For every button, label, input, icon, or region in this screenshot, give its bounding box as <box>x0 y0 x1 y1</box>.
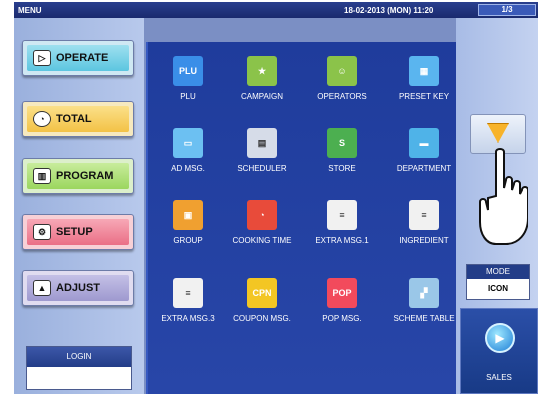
grid-item[interactable]: PLU PLU <box>148 56 228 102</box>
title-bar: MENU 18-02-2013 (MON) 11:20 1/3 <box>14 2 538 18</box>
setup-button[interactable]: ⚙ SETUP <box>22 214 134 250</box>
login-field[interactable] <box>27 367 131 389</box>
coupon-icon: CPN <box>247 278 277 308</box>
folder-icon: ▬ <box>409 128 439 158</box>
program-label: PROGRAM <box>56 170 114 182</box>
setup-label: SETUP <box>56 226 93 238</box>
arrow-right-icon: ▶ <box>485 323 515 353</box>
plu-icon: PLU <box>173 56 203 86</box>
grid-item-label: DEPARTMENT <box>396 164 452 173</box>
clock-icon: ◔ <box>33 111 51 127</box>
grid-item[interactable]: ▞ SCHEME TABLE <box>384 278 464 324</box>
grid-item-label: PRESET KEY <box>398 92 450 101</box>
datetime: 18-02-2013 (MON) 11:20 <box>344 6 434 15</box>
grid-item[interactable]: S STORE <box>302 128 382 174</box>
adjust-button[interactable]: ▲ ADJUST <box>22 270 134 306</box>
sales-button[interactable]: ▶ SALES <box>460 308 538 394</box>
monitor-icon: ▭ <box>173 128 203 158</box>
scheme-icon: ▞ <box>409 278 439 308</box>
adjust-label: ADJUST <box>56 282 101 294</box>
grid-item[interactable]: ≡ INGREDIENT <box>384 200 464 246</box>
screen-title: MENU <box>18 6 42 15</box>
mode-label: MODE <box>467 265 529 279</box>
clock-icon: ◔ <box>247 200 277 230</box>
grid-item-label: COOKING TIME <box>232 236 292 245</box>
grid-item[interactable]: CPN COUPON MSG. <box>222 278 302 324</box>
mode-box[interactable]: MODE ICON <box>466 264 530 300</box>
grid-item-label: AD MSG. <box>171 164 205 173</box>
left-menu: ▷ OPERATE ◔ TOTAL ▥ PROGRAM ⚙ SETUP ▲ AD… <box>14 18 144 394</box>
group-icon: ▣ <box>173 200 203 230</box>
scale-screen: MENU 18-02-2013 (MON) 11:20 1/3 ▷ OPERAT… <box>14 2 538 394</box>
person-icon: ☺ <box>327 56 357 86</box>
grid-item[interactable]: ▣ GROUP <box>148 200 228 246</box>
calendar-icon: ▤ <box>247 128 277 158</box>
grid-item[interactable]: ▬ DEPARTMENT <box>384 128 464 174</box>
grid-item-label: POP MSG. <box>322 314 362 323</box>
operate-button[interactable]: ▷ OPERATE <box>22 40 134 76</box>
grid-item-label: INGREDIENT <box>399 236 449 245</box>
grid-item[interactable]: ≡ EXTRA MSG.1 <box>302 200 382 246</box>
grid-item[interactable]: ★ CAMPAIGN <box>222 56 302 102</box>
document-icon: ≡ <box>409 200 439 230</box>
play-icon: ▷ <box>33 50 51 66</box>
document-icon: ≡ <box>327 200 357 230</box>
setup-icon: ⚙ <box>33 224 51 240</box>
pop-icon: POP <box>327 278 357 308</box>
grid-item-label: SCHEME TABLE <box>393 314 455 323</box>
operate-label: OPERATE <box>56 52 109 64</box>
program-button[interactable]: ▥ PROGRAM <box>22 158 134 194</box>
grid-item[interactable]: ▦ PRESET KEY <box>384 56 464 102</box>
grid-item-label: STORE <box>328 164 356 173</box>
grid-item-label: GROUP <box>173 236 203 245</box>
grid-item[interactable]: ▤ SCHEDULER <box>222 128 302 174</box>
pointing-hand-icon <box>479 148 528 245</box>
grid-item[interactable]: ≡ EXTRA MSG.3 <box>148 278 228 324</box>
document-icon: ≡ <box>173 278 203 308</box>
login-box[interactable]: LOGIN <box>26 346 132 390</box>
grid-item[interactable]: POP POP MSG. <box>302 278 382 324</box>
keyboard-icon: ▦ <box>409 56 439 86</box>
total-button[interactable]: ◔ TOTAL <box>22 101 134 137</box>
grid-item-label: PLU <box>180 92 196 101</box>
grid-item-label: EXTRA MSG.1 <box>315 236 369 245</box>
function-icon-grid: PLU PLU ★ CAMPAIGN ☺ OPERATORS ▦ PRESET KEY ▭ AD … <box>146 42 456 394</box>
sales-label: SALES <box>486 373 512 382</box>
right-panel: MODE ICON ▶ SALES <box>456 18 538 394</box>
grid-item-label: SCHEDULER <box>237 164 287 173</box>
down-arrow-icon <box>487 123 509 143</box>
store-icon: S <box>327 128 357 158</box>
total-label: TOTAL <box>56 113 92 125</box>
star-icon: ★ <box>247 56 277 86</box>
grid-item-label: CAMPAIGN <box>240 92 284 101</box>
adjust-icon: ▲ <box>33 280 51 296</box>
grid-item[interactable]: ☺ OPERATORS <box>302 56 382 102</box>
grid-item-label: OPERATORS <box>317 92 367 101</box>
book-icon: ▥ <box>33 168 51 184</box>
page-indicator: 1/3 <box>478 4 536 16</box>
login-label: LOGIN <box>27 347 131 367</box>
grid-item[interactable]: ▭ AD MSG. <box>148 128 228 174</box>
mode-value: ICON <box>467 279 529 299</box>
grid-item[interactable]: ◔ COOKING TIME <box>222 200 302 246</box>
grid-item-label: EXTRA MSG.3 <box>161 314 215 323</box>
grid-item-label: COUPON MSG. <box>233 314 291 323</box>
